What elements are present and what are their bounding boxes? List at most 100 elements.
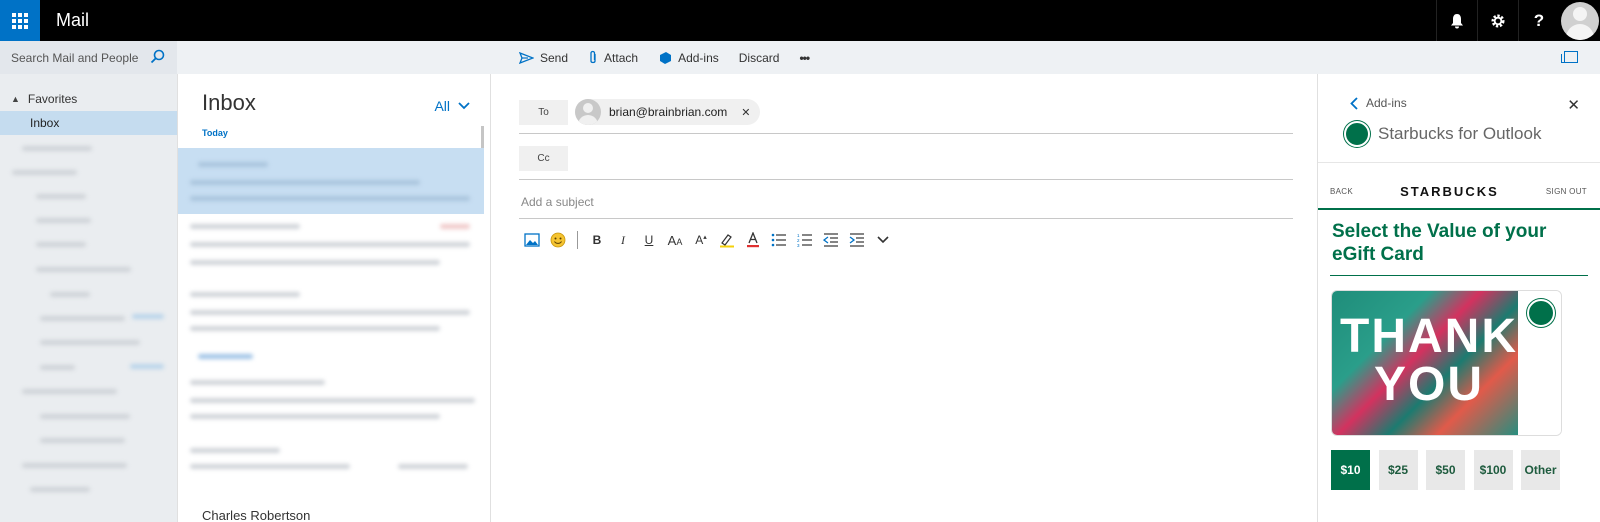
addin-header: Starbucks for Outlook: [1344, 121, 1541, 147]
bold-button[interactable]: B: [584, 230, 610, 250]
attach-button[interactable]: Attach: [588, 50, 638, 65]
insert-picture-button[interactable]: [519, 230, 545, 250]
close-icon[interactable]: ✕: [1567, 96, 1580, 114]
value-option-other[interactable]: Other: [1521, 450, 1560, 490]
avatar: [575, 99, 601, 125]
font-size-button[interactable]: AA: [662, 230, 688, 250]
group-header-today: Today: [202, 128, 228, 138]
increase-indent-button[interactable]: [844, 230, 870, 250]
starbucks-nav: BACK STARBUCKS SIGN OUT: [1318, 176, 1600, 206]
folder-label: Inbox: [30, 116, 60, 130]
recipient-chip[interactable]: brian@brainbrian.com ✕: [575, 99, 761, 125]
search-box[interactable]: Search Mail and People: [0, 41, 177, 74]
blurred-folder: [40, 365, 75, 370]
cc-divider: [519, 179, 1293, 180]
heading-divider: [1330, 275, 1588, 276]
addin-title: Starbucks for Outlook: [1378, 124, 1542, 143]
bold-icon: B: [592, 233, 602, 247]
chevron-up-icon: ▲: [11, 94, 20, 104]
card-text-line2: YOU: [1373, 358, 1484, 411]
numbering-button[interactable]: 123: [792, 230, 818, 250]
help-button[interactable]: ?: [1518, 0, 1559, 41]
blurred-text: [190, 224, 300, 229]
nav-divider: [1318, 208, 1600, 210]
blurred-text: [198, 354, 253, 359]
message-list: Inbox All Today Charles Robertson: [177, 74, 491, 522]
discard-button[interactable]: Discard: [739, 51, 780, 65]
addins-back-button[interactable]: Add-ins: [1350, 96, 1407, 110]
emoji-button[interactable]: [545, 230, 571, 250]
paperclip-icon: [590, 50, 596, 64]
font-size-icon: AA: [667, 232, 683, 248]
favorites-header[interactable]: ▲ Favorites: [0, 74, 177, 106]
starbucks-logo-icon: [1527, 299, 1555, 327]
filter-dropdown[interactable]: All: [434, 98, 470, 114]
bullets-button[interactable]: [766, 230, 792, 250]
favorites-label: Favorites: [27, 92, 78, 106]
italic-icon: I: [621, 232, 625, 247]
blurred-folder: [40, 340, 140, 345]
blurred-text: [190, 196, 470, 201]
sign-out-link[interactable]: SIGN OUT: [1546, 187, 1587, 196]
decrease-indent-button[interactable]: [818, 230, 844, 250]
font-color-icon: [747, 232, 759, 248]
top-right-actions: ?: [1436, 0, 1600, 41]
remove-recipient-icon[interactable]: ✕: [741, 106, 750, 119]
more-options-button[interactable]: •••: [799, 51, 810, 65]
grow-font-button[interactable]: A▴: [688, 230, 714, 250]
blurred-folder: [12, 170, 77, 175]
blurred-folder: [40, 414, 130, 419]
send-label: Send: [540, 50, 569, 65]
search-input[interactable]: Search Mail and People: [11, 51, 138, 65]
card-text-line1: THANK: [1340, 310, 1518, 363]
message-sender[interactable]: Charles Robertson: [202, 508, 310, 522]
blurred-text: [190, 380, 325, 385]
egift-card-image[interactable]: THANK YOU: [1331, 290, 1562, 436]
blurred-text: [190, 180, 420, 185]
blurred-folder: [36, 194, 86, 199]
card-artwork: THANK YOU: [1332, 291, 1518, 435]
app-launcher-button[interactable]: [0, 0, 40, 41]
app-title: Mail: [56, 10, 90, 30]
emoji-icon: [550, 232, 566, 248]
value-option-50[interactable]: $50: [1426, 450, 1465, 490]
value-option-25[interactable]: $25: [1378, 450, 1418, 490]
send-button[interactable]: Send: [519, 51, 568, 65]
to-button[interactable]: To: [519, 100, 568, 125]
blurred-text: [190, 260, 440, 265]
blurred-folder: [22, 389, 117, 394]
blurred-text: [190, 414, 440, 419]
highlighter-icon: [720, 234, 734, 248]
italic-button[interactable]: I: [610, 230, 636, 250]
notifications-button[interactable]: [1436, 0, 1477, 41]
search-icon[interactable]: [150, 49, 165, 64]
blurred-folder: [36, 242, 86, 247]
cc-button[interactable]: Cc: [519, 146, 568, 171]
value-option-10[interactable]: $10: [1331, 450, 1370, 490]
more-formatting-button[interactable]: [870, 230, 896, 250]
blurred-text: [190, 464, 350, 469]
folder-item-inbox[interactable]: Inbox: [0, 111, 177, 135]
to-divider: [519, 133, 1293, 134]
message-row-selected[interactable]: [178, 148, 484, 214]
back-link[interactable]: BACK: [1330, 187, 1353, 196]
font-color-button[interactable]: [740, 230, 766, 250]
addins-button[interactable]: Add-ins: [658, 51, 719, 65]
blurred-text: [198, 162, 268, 167]
addins-icon: [660, 51, 672, 64]
subject-input[interactable]: Add a subject: [521, 195, 594, 209]
popout-icon[interactable]: [1561, 51, 1578, 63]
underline-button[interactable]: U: [636, 230, 662, 250]
bell-icon: [1451, 13, 1463, 28]
discard-label: Discard: [738, 50, 780, 65]
starbucks-logo-icon: [1344, 121, 1370, 147]
value-option-100[interactable]: $100: [1473, 450, 1513, 490]
highlight-button[interactable]: [714, 230, 740, 250]
blurred-folder: [40, 438, 125, 443]
bullet-list-icon: [771, 233, 786, 247]
addin-header-divider: [1318, 162, 1600, 163]
account-avatar[interactable]: [1561, 2, 1599, 40]
settings-button[interactable]: [1477, 0, 1518, 41]
card-heading: Select the Value of your eGift Card: [1332, 221, 1547, 265]
blurred-folder: [30, 487, 90, 492]
